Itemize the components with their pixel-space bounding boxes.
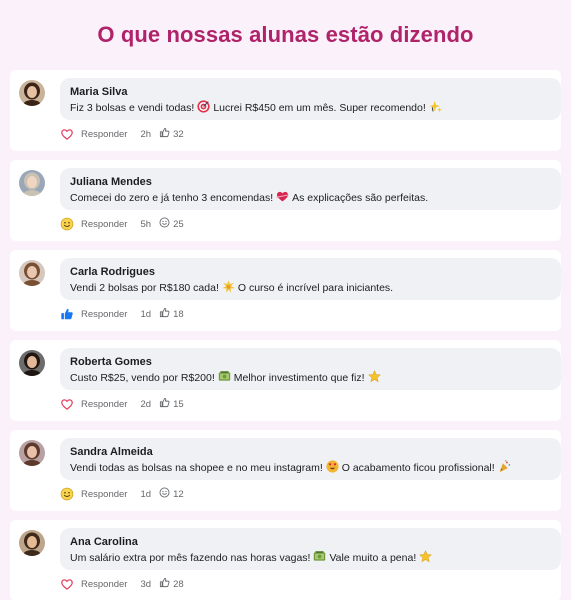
comment-bubble: Ana Carolina Um salário extra por mês faz…: [60, 528, 561, 570]
comment-actions: Responder 1d 18: [60, 307, 184, 321]
comment-time: 2d: [140, 398, 152, 410]
smile-outline-icon: [159, 217, 170, 231]
star-burst-emoji: [222, 280, 235, 298]
comment-text: Um salário extra por mês fazendo nas hor…: [70, 550, 551, 568]
reply-button[interactable]: Responder: [81, 309, 127, 320]
avatar[interactable]: [19, 350, 45, 376]
money-emoji: [218, 370, 231, 388]
comment-text-part: O acabamento ficou profissional!: [341, 462, 495, 474]
comment-bubble: Juliana Mendes Comecei do zero e já tenho…: [60, 168, 561, 210]
comment-actions: Responder 3d 28: [60, 577, 184, 591]
sparkles-emoji: [429, 100, 442, 118]
comment-text-part: Vendi todas as bolsas na shopee e no meu…: [70, 462, 323, 474]
heart-emoji: [276, 190, 289, 208]
commenter-name[interactable]: Sandra Almeida: [70, 445, 551, 459]
comment-text-part: Vendi 2 bolsas por R$180 cada!: [70, 282, 219, 294]
target-emoji: [197, 100, 210, 118]
smile-icon[interactable]: [60, 217, 74, 231]
comment-time: 1d: [140, 488, 152, 500]
comment-text: Fiz 3 bolsas e vendi todas! Lucrei R$450 …: [70, 100, 551, 118]
commenter-name[interactable]: Ana Carolina: [70, 535, 551, 549]
comment-time: 3d: [140, 578, 152, 590]
comment-text-part: Melhor investimento que fiz!: [233, 372, 365, 384]
like-count-value: 12: [173, 488, 184, 500]
like-icon: [159, 577, 170, 591]
star-emoji: [367, 370, 381, 388]
reply-button[interactable]: Responder: [81, 129, 127, 140]
comment-card: Ana Carolina Um salário extra por mês faz…: [10, 520, 561, 600]
heart-outline-icon[interactable]: [60, 127, 74, 141]
avatar[interactable]: [19, 260, 45, 286]
party-emoji: [498, 460, 511, 478]
comments-feed: Maria Silva Fiz 3 bolsas e vendi todas! Lu…: [0, 70, 571, 600]
comment-text-part: Custo R$25, vendo por R$200!: [70, 372, 215, 384]
page-title: O que nossas alunas estão dizendo: [97, 22, 474, 47]
like-count-value: 25: [173, 218, 184, 230]
like-icon: [159, 127, 170, 141]
like-count[interactable]: 12: [159, 487, 184, 501]
testimonials-page: O que nossas alunas estão dizendo Maria …: [0, 0, 571, 600]
comment-text-part: Vale muito a pena!: [329, 552, 417, 564]
like-count[interactable]: 28: [159, 577, 184, 591]
comment-bubble: Carla Rodrigues Vendi 2 bolsas por R$180 …: [60, 258, 561, 300]
like-count-value: 15: [173, 398, 184, 410]
comment-card: Sandra Almeida Vendi todas as bolsas na s…: [10, 430, 561, 511]
comment-bubble: Sandra Almeida Vendi todas as bolsas na s…: [60, 438, 561, 480]
heart-outline-icon[interactable]: [60, 397, 74, 411]
avatar[interactable]: [19, 170, 45, 196]
avatar[interactable]: [19, 530, 45, 556]
comment-text-part: Fiz 3 bolsas e vendi todas!: [70, 102, 195, 114]
comment-time: 2h: [140, 128, 152, 140]
comment-card: Maria Silva Fiz 3 bolsas e vendi todas! Lu…: [10, 70, 561, 151]
avatar[interactable]: [19, 440, 45, 466]
star-emoji: [419, 550, 433, 568]
like-count-value: 18: [173, 308, 184, 320]
reply-button[interactable]: Responder: [81, 489, 127, 500]
comment-bubble: Roberta Gomes Custo R$25, vendo por R$200…: [60, 348, 561, 390]
comment-text: Vendi 2 bolsas por R$180 cada! O curso é …: [70, 280, 551, 298]
like-count-value: 28: [173, 578, 184, 590]
like-icon: [159, 397, 170, 411]
comment-actions: Responder 2d 15: [60, 397, 184, 411]
heart-outline-icon[interactable]: [60, 577, 74, 591]
comment-card: Carla Rodrigues Vendi 2 bolsas por R$180 …: [10, 250, 561, 331]
like-count-value: 32: [173, 128, 184, 140]
smile-outline-icon: [159, 487, 170, 501]
thumbs-up-icon[interactable]: [60, 307, 74, 321]
like-count[interactable]: 32: [159, 127, 184, 141]
commenter-name[interactable]: Carla Rodrigues: [70, 265, 551, 279]
money-emoji: [313, 550, 326, 568]
reply-button[interactable]: Responder: [81, 399, 127, 410]
like-icon: [159, 307, 170, 321]
comment-text-part: As explicações são perfeitas.: [292, 192, 429, 204]
comment-bubble: Maria Silva Fiz 3 bolsas e vendi todas! Lu…: [60, 78, 561, 120]
smile-icon[interactable]: [60, 487, 74, 501]
avatar[interactable]: [19, 80, 45, 106]
comment-text-part: Um salário extra por mês fazendo nas hor…: [70, 552, 311, 564]
comment-time: 5h: [140, 218, 152, 230]
comment-text: Custo R$25, vendo por R$200! Melhor inves…: [70, 370, 551, 388]
commenter-name[interactable]: Roberta Gomes: [70, 355, 551, 369]
commenter-name[interactable]: Maria Silva: [70, 85, 551, 99]
comment-actions: Responder 2h 32: [60, 127, 184, 141]
comment-text-part: Comecei do zero e já tenho 3 encomendas!: [70, 192, 274, 204]
heart-eyes-emoji: [326, 460, 339, 478]
comment-card: Juliana Mendes Comecei do zero e já tenho…: [10, 160, 561, 241]
comment-text: Vendi todas as bolsas na shopee e no meu…: [70, 460, 551, 478]
like-count[interactable]: 25: [159, 217, 184, 231]
comment-actions: Responder 1d 12: [60, 487, 184, 501]
comment-text-part: O curso é incrível para iniciantes.: [237, 282, 394, 294]
comment-text: Comecei do zero e já tenho 3 encomendas!…: [70, 190, 551, 208]
like-count[interactable]: 15: [159, 397, 184, 411]
comment-time: 1d: [140, 308, 152, 320]
commenter-name[interactable]: Juliana Mendes: [70, 175, 551, 189]
reply-button[interactable]: Responder: [81, 579, 127, 590]
reply-button[interactable]: Responder: [81, 219, 127, 230]
like-count[interactable]: 18: [159, 307, 184, 321]
comment-text-part: Lucrei R$450 em um mês. Super recomendo!: [213, 102, 426, 114]
comment-actions: Responder 5h 25: [60, 217, 184, 231]
comment-card: Roberta Gomes Custo R$25, vendo por R$200…: [10, 340, 561, 421]
